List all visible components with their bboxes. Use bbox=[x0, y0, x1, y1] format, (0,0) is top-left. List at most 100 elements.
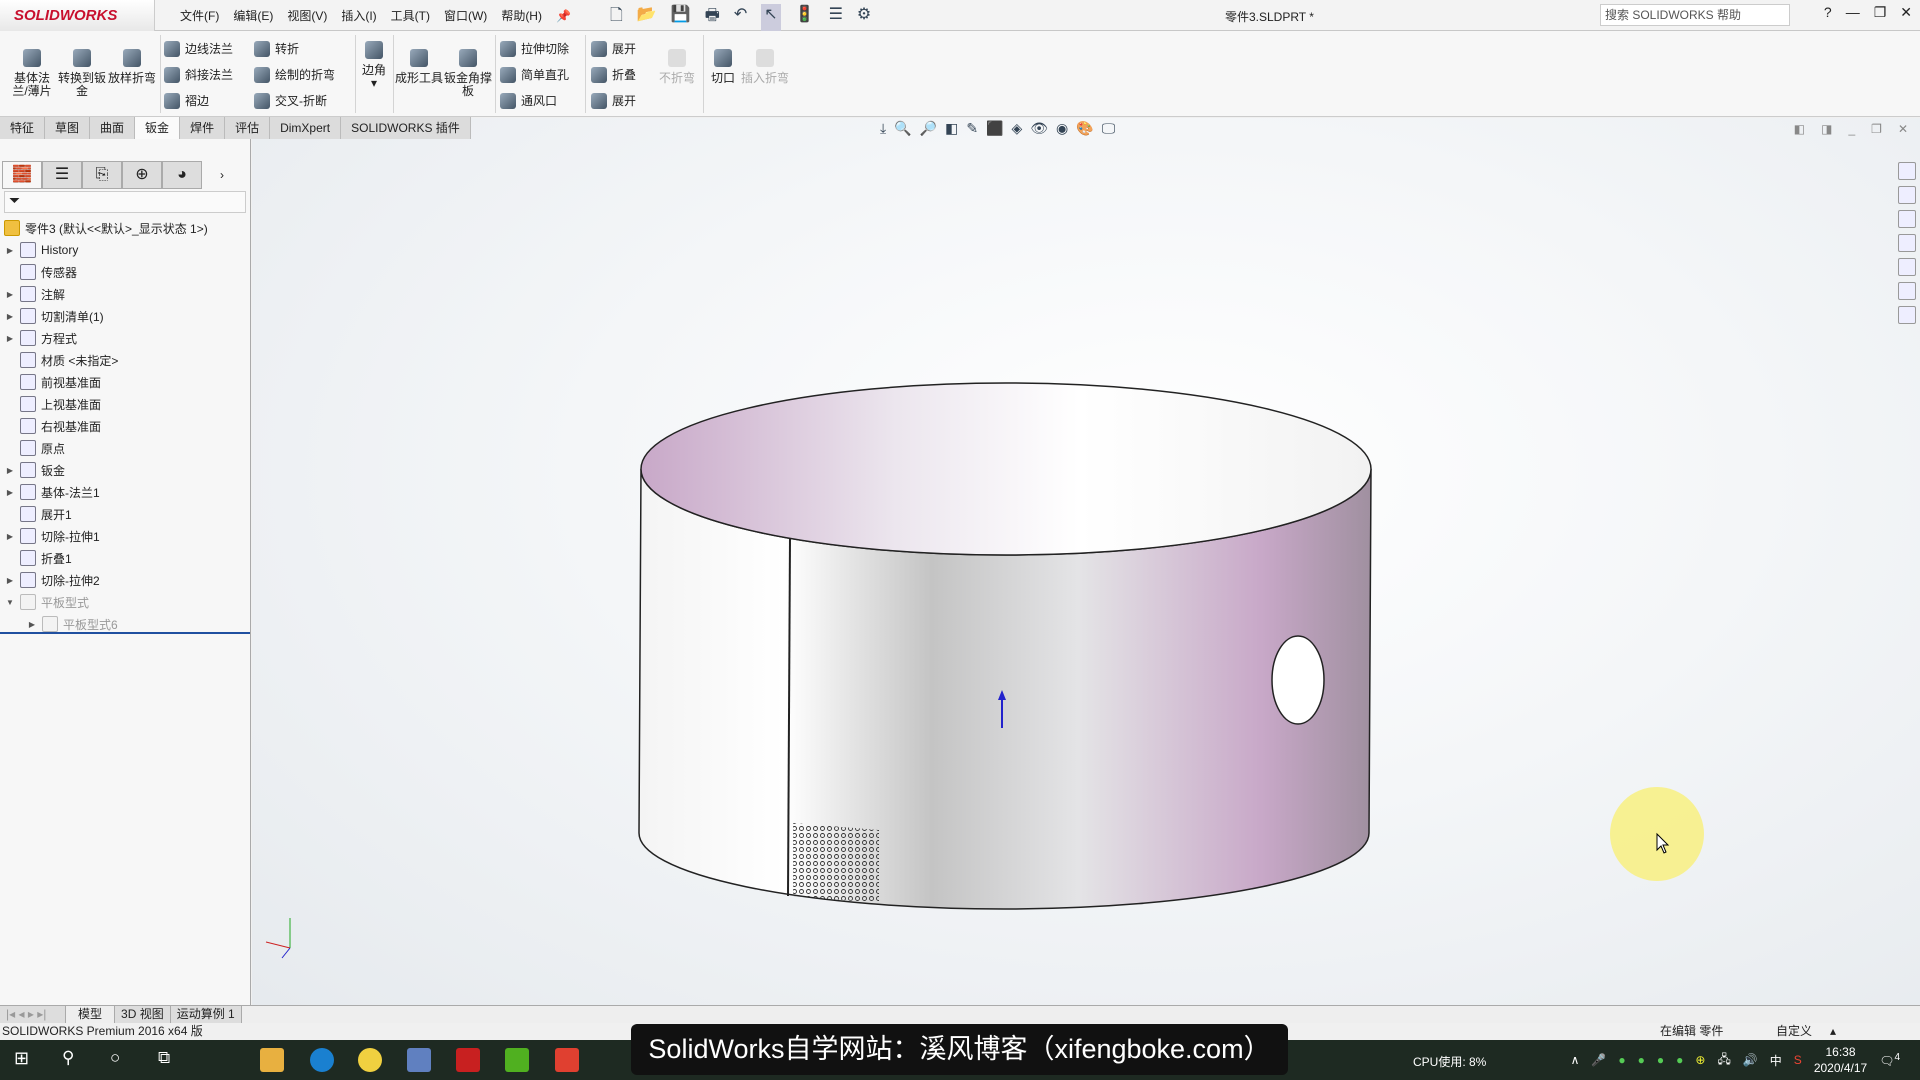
tray-expand-icon[interactable]: ∧ bbox=[1571, 1053, 1580, 1067]
solidworks-app-icon[interactable] bbox=[456, 1048, 480, 1072]
tree-item[interactable]: 上视基准面 bbox=[0, 393, 250, 415]
wechat-icon[interactable]: ● bbox=[1638, 1053, 1645, 1067]
flatten-button[interactable]: 展开 bbox=[591, 92, 636, 109]
expand-arrow-icon[interactable]: ▶ bbox=[0, 466, 20, 475]
sketched-bend-button[interactable]: 绘制的折弯 bbox=[254, 66, 335, 83]
base-flange-button[interactable]: 基体法兰/薄片 bbox=[7, 49, 57, 98]
options-gear-icon[interactable]: ⚙ bbox=[857, 4, 871, 31]
new-icon[interactable]: 🗋 bbox=[610, 4, 623, 31]
resources-icon[interactable] bbox=[1898, 186, 1916, 204]
menu-window[interactable]: 窗口(W) bbox=[444, 7, 487, 24]
vent-button[interactable]: 通风口 bbox=[500, 92, 557, 109]
panel-expand-chevron-icon[interactable]: › bbox=[202, 161, 242, 189]
zoom-fit-icon[interactable]: ⤓ bbox=[880, 120, 886, 137]
viewport-minimize-icon[interactable]: _ bbox=[1848, 122, 1855, 136]
sheet-metal-cylinder[interactable] bbox=[252, 118, 1920, 1005]
clock[interactable]: 16:38 2020/4/17 bbox=[1814, 1044, 1867, 1076]
close-button[interactable]: ✕ bbox=[1900, 4, 1912, 21]
graphics-area[interactable] bbox=[252, 118, 1920, 1005]
microphone-icon[interactable]: 🎤 bbox=[1591, 1053, 1606, 1067]
print-icon[interactable]: 🖶 bbox=[705, 4, 720, 31]
save-icon[interactable]: 💾 bbox=[671, 4, 691, 31]
extruded-cut-button[interactable]: 拉伸切除 bbox=[500, 40, 569, 57]
menu-insert[interactable]: 插入(I) bbox=[341, 7, 376, 24]
units-selector[interactable]: 自定义 bbox=[1776, 1023, 1812, 1040]
undo-icon[interactable]: ↶ bbox=[734, 4, 747, 31]
tab-features[interactable]: 特征 bbox=[0, 117, 46, 139]
property-manager-tab-icon[interactable]: ☰ bbox=[42, 161, 82, 189]
menu-help[interactable]: 帮助(H) bbox=[501, 7, 542, 24]
tab-surfaces[interactable]: 曲面 bbox=[90, 117, 136, 139]
plus-tray-icon[interactable]: ⊕ bbox=[1695, 1053, 1705, 1067]
tree-filter-input[interactable]: ⏷ bbox=[4, 191, 246, 213]
dynamic-annotation-icon[interactable]: ✎ bbox=[966, 120, 978, 137]
remote-desktop-app-icon[interactable] bbox=[407, 1048, 431, 1072]
viewport-right-icon[interactable]: ◨ bbox=[1821, 122, 1832, 136]
no-bends-button[interactable]: 不折弯 bbox=[652, 49, 702, 85]
tree-root[interactable]: 零件3 (默认<<默认>_显示状态 1>) bbox=[0, 217, 250, 239]
help-search-input[interactable]: 搜索 SOLIDWORKS 帮助 bbox=[1600, 4, 1790, 26]
menu-tools[interactable]: 工具(T) bbox=[391, 7, 430, 24]
view-settings-icon[interactable]: 🖵 bbox=[1102, 120, 1116, 137]
help-icon[interactable]: ? bbox=[1824, 4, 1832, 21]
forum-icon[interactable] bbox=[1898, 306, 1916, 324]
convert-to-sheet-metal-button[interactable]: 转换到钣金 bbox=[57, 49, 107, 98]
pin-icon[interactable]: 📌 bbox=[556, 9, 571, 23]
file-properties-icon[interactable]: ☰ bbox=[829, 4, 843, 31]
windows-start-icon[interactable]: ⊞ bbox=[14, 1048, 29, 1069]
simple-hole-button[interactable]: 简单直孔 bbox=[500, 66, 569, 83]
tree-item[interactable]: ▶ 切除-拉伸2 bbox=[0, 569, 250, 591]
lofted-bend-button[interactable]: 放样折弯 bbox=[107, 49, 157, 85]
tab-evaluate[interactable]: 评估 bbox=[225, 117, 271, 139]
jog-button[interactable]: 转折 bbox=[254, 40, 299, 57]
expand-arrow-icon[interactable]: ▶ bbox=[22, 620, 42, 629]
volume-icon[interactable]: 🔊 bbox=[1743, 1053, 1758, 1067]
file-explorer-icon[interactable] bbox=[1898, 234, 1916, 252]
ime-indicator[interactable]: 中 bbox=[1770, 1052, 1782, 1069]
tree-item[interactable]: 右视基准面 bbox=[0, 415, 250, 437]
tree-item[interactable]: ▶ 基体-法兰1 bbox=[0, 481, 250, 503]
display-style-icon[interactable]: ◈ bbox=[1011, 120, 1022, 137]
camtasia-red-app-icon[interactable] bbox=[555, 1048, 579, 1072]
camtasia-green-app-icon[interactable] bbox=[505, 1048, 529, 1072]
collapse-arrow-icon[interactable]: ▼ bbox=[0, 598, 20, 607]
select-icon[interactable]: ↖ bbox=[761, 4, 781, 31]
insert-bends-button[interactable]: 插入折弯 bbox=[740, 49, 790, 85]
wechat-icon[interactable]: ● bbox=[1676, 1053, 1683, 1067]
tree-item[interactable]: ▶ 钣金 bbox=[0, 459, 250, 481]
tree-item[interactable]: 原点 bbox=[0, 437, 250, 459]
tab-sheet-metal[interactable]: 钣金 bbox=[135, 117, 181, 139]
network-icon[interactable]: 🖧 bbox=[1717, 1050, 1730, 1071]
menu-view[interactable]: 视图(V) bbox=[287, 7, 327, 24]
hem-button[interactable]: 褶边 bbox=[164, 92, 209, 109]
tree-item[interactable]: 材质 <未指定> bbox=[0, 349, 250, 371]
gusset-button[interactable]: 钣金角撑板 bbox=[443, 49, 493, 98]
viewport-left-icon[interactable]: ◧ bbox=[1794, 122, 1805, 136]
viewport-close-icon[interactable]: ✕ bbox=[1898, 122, 1908, 136]
tab-3d-views[interactable]: 3D 视图 bbox=[115, 1006, 171, 1023]
wechat-icon[interactable]: ● bbox=[1657, 1053, 1664, 1067]
tree-item[interactable]: ▶ 注解 bbox=[0, 283, 250, 305]
tree-item[interactable]: ▶ 方程式 bbox=[0, 327, 250, 349]
notifications-icon[interactable]: 🗨4 bbox=[1879, 1052, 1900, 1068]
fold-button[interactable]: 折叠 bbox=[591, 66, 636, 83]
previous-view-icon[interactable]: 🔎 bbox=[920, 120, 937, 137]
expand-arrow-icon[interactable]: ▶ bbox=[0, 312, 20, 321]
miter-flange-button[interactable]: 斜接法兰 bbox=[164, 66, 233, 83]
tree-item[interactable]: 折叠1 bbox=[0, 547, 250, 569]
teamviewer-app-icon[interactable] bbox=[310, 1048, 334, 1072]
wechat-icon[interactable]: ● bbox=[1618, 1053, 1625, 1067]
tree-item[interactable]: ▼ 平板型式 bbox=[0, 591, 250, 613]
rebuild-icon[interactable]: 🚦 bbox=[795, 4, 815, 31]
tree-item[interactable]: ▶ 切割清单(1) bbox=[0, 305, 250, 327]
tab-scroll-arrows[interactable]: |◂ ◂ ▸ ▸| bbox=[0, 1006, 66, 1023]
tree-item[interactable]: ▶ 切除-拉伸1 bbox=[0, 525, 250, 547]
tree-item[interactable]: 传感器 bbox=[0, 261, 250, 283]
expand-arrow-icon[interactable]: ▶ bbox=[0, 334, 20, 343]
appearances-icon[interactable] bbox=[1898, 258, 1916, 276]
tab-addins[interactable]: SOLIDWORKS 插件 bbox=[341, 117, 471, 139]
design-library-icon[interactable] bbox=[1898, 210, 1916, 228]
star-app-icon[interactable] bbox=[358, 1048, 382, 1072]
tab-sketch[interactable]: 草图 bbox=[45, 117, 91, 139]
cross-break-button[interactable]: 交叉-折断 bbox=[254, 92, 327, 109]
